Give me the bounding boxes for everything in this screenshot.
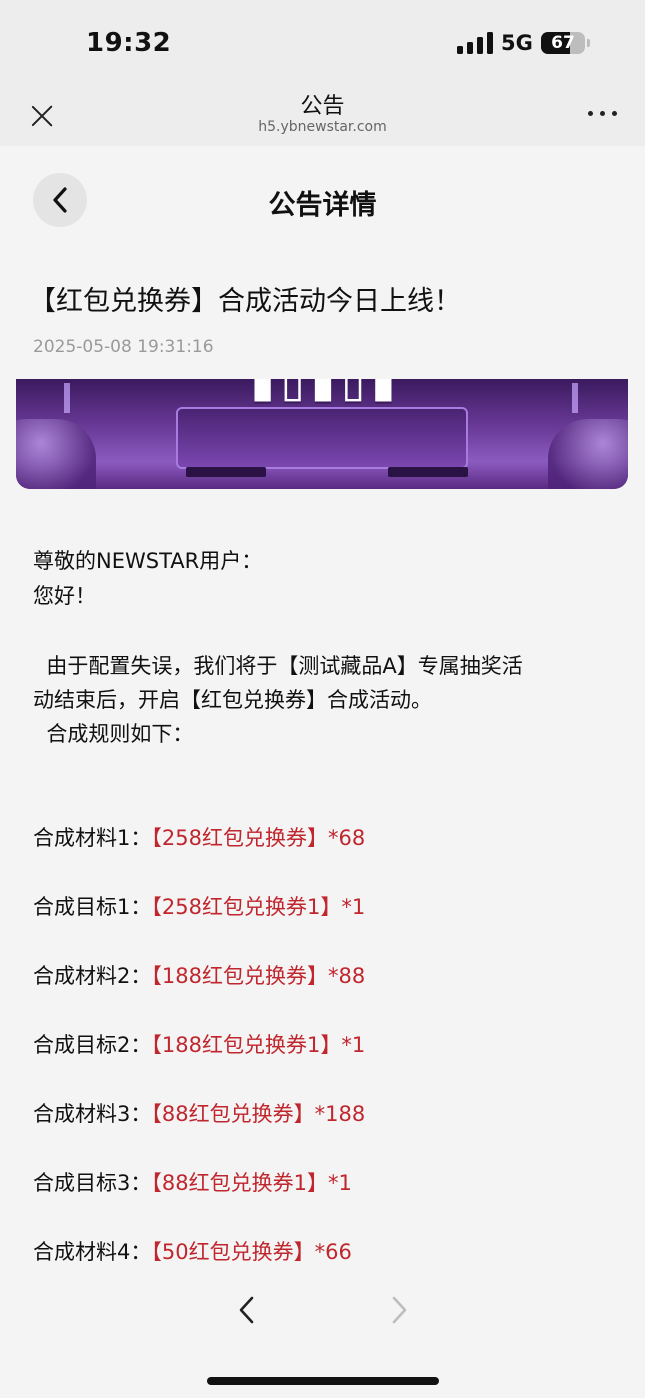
banner-seat-right bbox=[548, 419, 628, 489]
browser-header: 公告 h5.ybnewstar.com bbox=[0, 88, 645, 146]
banner-vent bbox=[186, 467, 266, 477]
chevron-right-icon bbox=[392, 1296, 407, 1324]
banner-seat-left bbox=[16, 419, 96, 489]
rule-label: 合成材料4： bbox=[33, 1240, 152, 1264]
banner-image: ▮▯▮▯▮ bbox=[16, 379, 628, 489]
rule-label: 合成目标2： bbox=[33, 1033, 152, 1057]
page: 19:32 5G 67 公告 h5.ybnewstar.com 公告详情 【红包… bbox=[0, 0, 645, 1398]
banner-light bbox=[572, 383, 578, 413]
more-dots-icon[interactable] bbox=[586, 108, 620, 120]
rule-value: 【88红包兑换券】*188 bbox=[151, 1102, 366, 1126]
article-title: 【红包兑换券】合成活动今日上线！ bbox=[29, 286, 461, 317]
banner-window bbox=[176, 407, 468, 469]
browser-url: h5.ybnewstar.com bbox=[258, 119, 387, 135]
article-date: 2025-05-08 19:31:16 bbox=[33, 337, 214, 357]
status-bar: 19:32 5G 67 bbox=[0, 0, 645, 88]
banner-light bbox=[64, 383, 70, 413]
rule-row: 合成材料4：【50红包兑换券】*66 bbox=[33, 1236, 352, 1266]
rule-value: 【188红包兑换券1】*1 bbox=[151, 1033, 366, 1057]
browser-title: 公告 bbox=[300, 94, 345, 119]
rule-row: 合成目标2：【188红包兑换券1】*1 bbox=[33, 1029, 365, 1059]
rule-value: 【50红包兑换券】*66 bbox=[151, 1240, 352, 1264]
home-indicator[interactable] bbox=[207, 1377, 439, 1385]
rule-row: 合成材料3：【88红包兑换券】*188 bbox=[33, 1098, 365, 1128]
rule-label: 合成材料1： bbox=[33, 826, 152, 850]
battery-level: 67 bbox=[551, 33, 575, 53]
banner-vent bbox=[388, 467, 468, 477]
network-label: 5G bbox=[501, 31, 533, 55]
page-title: 公告详情 bbox=[268, 190, 377, 221]
battery-icon: 67 bbox=[541, 32, 585, 54]
rule-label: 合成材料3： bbox=[33, 1102, 152, 1126]
rule-row: 合成材料2：【188红包兑换券】*88 bbox=[33, 960, 365, 990]
greeting-line: 您好！ bbox=[33, 584, 96, 608]
paragraph-line: 由于配置失误，我们将于【测试藏品A】专属抽奖活 bbox=[33, 654, 523, 678]
chevron-left-icon bbox=[239, 1296, 254, 1324]
rules-intro: 合成规则如下： bbox=[33, 722, 194, 746]
rule-label: 合成目标1： bbox=[33, 895, 152, 919]
status-time: 19:32 bbox=[86, 28, 172, 58]
signal-icon bbox=[457, 32, 493, 54]
rule-row: 合成目标3：【88红包兑换券1】*1 bbox=[33, 1167, 352, 1197]
rule-label: 合成材料2： bbox=[33, 964, 152, 988]
rule-label: 合成目标3： bbox=[33, 1171, 152, 1195]
rule-row: 合成材料1：【258红包兑换券】*68 bbox=[33, 822, 365, 852]
rule-value: 【88红包兑换券1】*1 bbox=[151, 1171, 352, 1195]
rule-row: 合成目标1：【258红包兑换券1】*1 bbox=[33, 891, 365, 921]
battery-tip bbox=[587, 39, 590, 47]
next-page-button[interactable] bbox=[386, 1295, 412, 1325]
paragraph-line: 动结束后，开启【红包兑换券】合成活动。 bbox=[33, 688, 432, 712]
greeting-line: 尊敬的NEWSTAR用户： bbox=[33, 549, 263, 573]
banner-graphic-text: ▮▯▮▯▮ bbox=[250, 379, 402, 407]
rule-value: 【188红包兑换券】*88 bbox=[151, 964, 366, 988]
prev-page-button[interactable] bbox=[234, 1295, 260, 1325]
rule-value: 【258红包兑换券1】*1 bbox=[151, 895, 366, 919]
rule-value: 【258红包兑换券】*68 bbox=[151, 826, 366, 850]
